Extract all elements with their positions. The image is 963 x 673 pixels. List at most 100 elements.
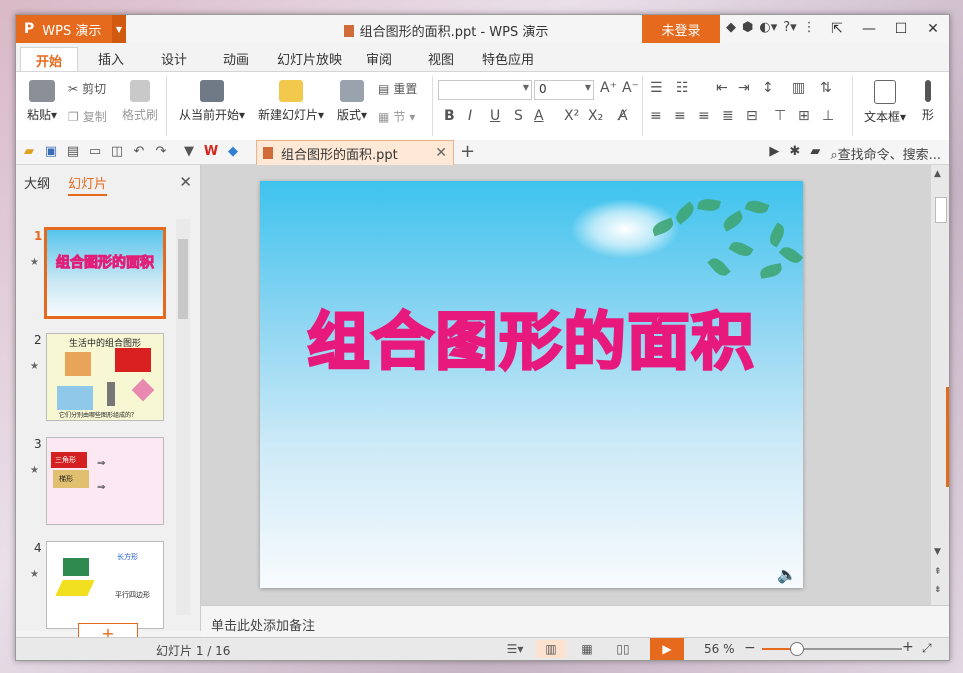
open-folder-icon[interactable]: ▰	[21, 144, 37, 159]
slide-title[interactable]: 组合图形的面积	[260, 291, 803, 381]
justify-icon[interactable]: ≣	[722, 108, 734, 124]
document-tab[interactable]: 组合图形的面积.ppt ✕	[256, 140, 454, 165]
align-bottom-icon[interactable]: ⊥	[822, 108, 834, 124]
zoom-in-icon[interactable]: +	[902, 639, 914, 655]
next-slide-icon[interactable]: ⇟	[934, 585, 942, 595]
tab-slideshow[interactable]: 幻灯片放映	[277, 49, 342, 68]
align-middle-icon[interactable]: ⊞	[798, 108, 810, 124]
italic-icon[interactable]: I	[468, 108, 472, 124]
editor-scrollbar[interactable]: ▲ ▼ ⇞ ⇟	[931, 165, 949, 605]
print-preview-icon[interactable]: ▤	[65, 144, 81, 159]
close-icon[interactable]: ✕	[917, 15, 949, 43]
align-center-icon[interactable]: ≡	[674, 108, 686, 124]
bookmark-icon[interactable]: ▰	[810, 144, 820, 163]
side-panel-handle[interactable]	[946, 387, 949, 487]
tab-outline[interactable]: 大纲	[24, 177, 50, 192]
indent-increase-icon[interactable]: ⇥	[738, 80, 750, 96]
indent-decrease-icon[interactable]: ⇤	[716, 80, 728, 96]
superscript-icon[interactable]: X²	[564, 108, 579, 124]
line-spacing-icon[interactable]: ↕	[762, 80, 774, 96]
tab-home[interactable]: 开始	[20, 47, 78, 72]
cube-icon[interactable]: ⬢	[742, 20, 753, 35]
minimize-icon[interactable]: —	[853, 15, 885, 43]
preview-icon[interactable]: ◫	[109, 144, 125, 159]
scroll-down-icon[interactable]: ▼	[934, 547, 941, 557]
play-icon[interactable]: ▶	[769, 144, 779, 163]
new-tab-icon[interactable]: +	[460, 141, 475, 162]
theme-icon[interactable]: ◐▾	[759, 20, 777, 35]
redo-icon[interactable]: ↷	[153, 144, 169, 159]
shrink-font-icon[interactable]: A⁻	[622, 80, 639, 96]
section-button[interactable]: ▦ 节 ▾	[378, 108, 415, 125]
close-panel-icon[interactable]: ✕	[179, 173, 192, 191]
copy-button[interactable]: ❐ 复制	[68, 108, 107, 125]
align-right-icon[interactable]: ≡	[698, 108, 710, 124]
reset-button[interactable]: ▤ 重置	[378, 80, 417, 97]
reading-view-icon[interactable]: ▯▯	[608, 640, 638, 658]
distribute-icon[interactable]: ⊟	[746, 108, 758, 124]
restore-up-icon[interactable]: ⇱	[821, 15, 853, 43]
zoom-out-icon[interactable]: −	[744, 640, 756, 656]
wps-w-icon[interactable]: W	[203, 144, 219, 159]
speaker-icon[interactable]: 🔈	[777, 565, 797, 584]
tab-slides[interactable]: 幻灯片	[68, 177, 108, 196]
new-slide-button[interactable]: 新建幻灯片▾	[254, 80, 328, 123]
numbered-list-icon[interactable]: ☷	[676, 80, 689, 96]
columns-icon[interactable]: ▥	[792, 80, 805, 96]
normal-view-icon[interactable]: ▥	[536, 640, 566, 658]
scroll-up-icon[interactable]: ▲	[934, 169, 941, 179]
notes-pane[interactable]: 单击此处添加备注	[201, 605, 949, 638]
slide-thumbnail[interactable]: 组合图形的面积	[44, 227, 166, 319]
font-color-icon[interactable]: A	[534, 108, 544, 124]
skin-icon[interactable]: ◆	[726, 20, 736, 35]
login-button[interactable]: 未登录	[642, 15, 720, 43]
font-name-combo[interactable]: ▼	[438, 80, 532, 100]
search-command[interactable]: ⌕查找命令、搜索...	[830, 144, 941, 163]
tools-icon[interactable]: ✱	[789, 144, 800, 163]
shadow-icon[interactable]: S	[514, 108, 523, 124]
bullet-list-icon[interactable]: ☰	[650, 80, 663, 96]
close-tab-icon[interactable]: ✕	[435, 145, 447, 161]
format-painter-button[interactable]: 格式刷	[120, 80, 160, 123]
shape-button[interactable]: 形	[918, 80, 938, 123]
undo-icon[interactable]: ↶	[131, 144, 147, 159]
layout-button[interactable]: 版式▾	[334, 80, 370, 123]
tab-review[interactable]: 审阅	[366, 49, 392, 68]
slide-thumbnail[interactable]: 长方形 平行四边形	[46, 541, 164, 629]
scroll-thumb[interactable]	[935, 197, 947, 223]
fit-window-icon[interactable]: ⤢	[922, 641, 932, 656]
help-icon[interactable]: ?▾	[783, 20, 796, 35]
grow-font-icon[interactable]: A⁺	[600, 80, 617, 96]
chevron-down-icon[interactable]: ▼	[112, 15, 126, 43]
scroll-thumb[interactable]	[178, 239, 188, 319]
slide-sorter-icon[interactable]: ▦	[572, 640, 602, 658]
cut-button[interactable]: ✂ 剪切	[68, 80, 106, 97]
zoom-knob[interactable]	[790, 642, 804, 656]
paste-button[interactable]: 粘贴▾	[24, 80, 60, 123]
subscript-icon[interactable]: X₂	[588, 108, 603, 124]
clear-format-icon[interactable]: A̸	[618, 108, 628, 124]
cube-icon[interactable]: ◆	[225, 144, 241, 159]
play-from-current-button[interactable]: 从当前开始▾	[176, 80, 248, 123]
slide-thumbnail[interactable]: 生活中的组合图形 它们分别由哪些图形组成的？	[46, 333, 164, 421]
bold-icon[interactable]: B	[444, 108, 455, 124]
zoom-slider[interactable]	[762, 642, 902, 656]
start-slideshow-button[interactable]: ▶	[650, 638, 684, 660]
text-direction-icon[interactable]: ⇅	[820, 80, 832, 96]
maximize-icon[interactable]: ☐	[885, 15, 917, 43]
panel-scrollbar[interactable]	[176, 219, 190, 615]
align-top-icon[interactable]: ⊤	[774, 108, 786, 124]
prev-slide-icon[interactable]: ⇞	[934, 567, 942, 577]
underline-icon[interactable]: U	[490, 108, 500, 124]
tab-animation[interactable]: 动画	[223, 49, 249, 68]
tab-view[interactable]: 视图	[428, 49, 454, 68]
tab-special[interactable]: 特色应用	[482, 49, 534, 68]
font-size-combo[interactable]: 0 ▼	[534, 80, 594, 100]
slide-thumbnail[interactable]: 三角形 梯形 ⇒ ⇒	[46, 437, 164, 525]
slide-canvas[interactable]: 组合图形的面积 🔈	[260, 181, 803, 588]
app-menu-button[interactable]: P WPS 演示 ▼	[16, 15, 126, 43]
save-icon[interactable]: ▣	[43, 144, 59, 159]
notes-toggle-icon[interactable]: ☰▾	[500, 640, 530, 658]
textbox-button[interactable]: 文本框▾	[862, 80, 908, 125]
tab-insert[interactable]: 插入	[98, 49, 124, 68]
